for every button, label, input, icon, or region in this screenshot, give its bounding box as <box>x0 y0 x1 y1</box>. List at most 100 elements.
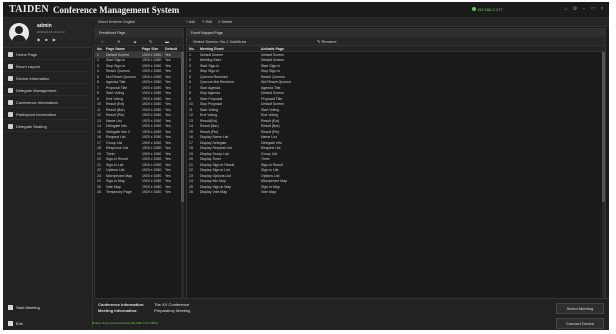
table-cell: 2 <box>97 58 99 62</box>
table-cell: 9 <box>97 96 99 101</box>
table-cell: 21 <box>189 162 193 167</box>
screen-select[interactable]: Select Screen: No.1 Hall/Area <box>193 39 246 44</box>
table-cell: Not Reach Quorum <box>106 74 137 79</box>
table-cell: Start Sign-in <box>200 63 220 68</box>
close-icon[interactable]: × <box>599 6 605 12</box>
sidebar-item-delegate-seating[interactable]: Delegate Seating <box>3 121 93 132</box>
table-cell: Quorum Reached <box>200 74 228 79</box>
table-cell: Response List <box>106 146 129 150</box>
column-header-page-name[interactable]: Page Name <box>106 47 125 51</box>
table-cell: 1920 x 1080 <box>142 146 162 150</box>
sidebar-item-delegate-management[interactable]: Delegate Management <box>3 85 93 96</box>
sidebar-item-participant-information[interactable]: Participant Information <box>3 109 93 120</box>
brand-logo: TAIDEN <box>9 4 49 15</box>
sidebar-item-device-information[interactable]: Device Information <box>3 73 93 84</box>
home-icon[interactable]: ⌂ <box>563 6 569 12</box>
sidebar-item-room-layout[interactable]: Room Layout <box>3 61 93 72</box>
table-cell: Microphone Map <box>261 179 288 183</box>
minimize-icon[interactable]: − <box>581 6 587 12</box>
table-cell: 1920 x 1080 <box>142 135 162 139</box>
scheme-select[interactable]: Select Scheme: English <box>98 20 135 24</box>
rename-button[interactable]: ✎ Rename <box>317 39 337 44</box>
start-meeting-button[interactable]: Start Meeting <box>3 301 93 313</box>
select-meeting-button[interactable]: Select Meeting <box>556 303 604 314</box>
table-cell: Yes <box>165 58 171 62</box>
table-cell: 21 <box>97 162 101 167</box>
table-cell: 1920 x 1080 <box>142 107 162 112</box>
table-cell: Yes <box>165 179 171 183</box>
table-cell: Yes <box>165 168 171 172</box>
connect-device-button[interactable]: Connect Device <box>556 318 604 329</box>
table-cell: 14 <box>97 124 101 128</box>
avatar[interactable] <box>9 23 29 43</box>
add-scheme-button[interactable]: + Add <box>186 20 195 24</box>
sidebar: admin 2019-02-18 11:22:33 ◆ ■ ▶ Home Pag… <box>3 18 93 330</box>
table-cell: Display Request List <box>200 146 232 150</box>
table-cell: Quorum Not Reached <box>200 80 235 84</box>
column-header-activate-page[interactable]: Activate Page <box>261 47 284 51</box>
table-cell: Start Voting <box>106 91 125 95</box>
table-cell: 18 <box>97 146 101 150</box>
delete-scheme-button[interactable]: ✕ Delete <box>218 20 232 24</box>
delete-page-icon[interactable]: ✕ <box>117 39 120 44</box>
table-cell: 18 <box>189 146 193 150</box>
table-cell: 16 <box>97 135 101 139</box>
table-cell: Yes <box>165 107 171 112</box>
table-cell: Sign-in Map <box>261 184 280 189</box>
bottom-bar: Conference Information: The XX Conferenc… <box>94 298 609 330</box>
table-cell: Sign-in Map <box>106 179 125 183</box>
column-header-no[interactable]: No. <box>189 47 195 51</box>
table-cell: Agenda Title <box>261 85 281 90</box>
table-cell: Default Screen <box>106 52 130 57</box>
table-cell: Display Mic Map <box>200 179 226 183</box>
column-header-page-size[interactable]: Page Size <box>142 47 158 51</box>
panel-title: Event Mapped Page <box>191 31 223 35</box>
settings-icon[interactable]: ⚙ <box>572 6 578 12</box>
table-cell: Start Sign-in <box>261 63 281 68</box>
edit-page-icon[interactable]: ✎ <box>149 39 152 44</box>
table-cell: 1920 x 1080 <box>142 184 162 189</box>
exit-button[interactable]: Exit <box>3 317 93 329</box>
left-scrollbar[interactable] <box>181 52 184 310</box>
app-window: TAIDEN Conference Management System 192.… <box>3 2 609 330</box>
table-cell: 23 <box>97 173 101 178</box>
table-cell: Result (Ext) <box>106 102 125 106</box>
right-scrollbar[interactable] <box>602 52 605 310</box>
table-cell: Default Screen <box>200 52 224 57</box>
sidebar-item-conference-information[interactable]: Conference Information <box>3 97 93 108</box>
column-header-default[interactable]: Default <box>165 47 177 51</box>
table-cell: 26 <box>189 190 193 194</box>
table-cell: Yes <box>165 190 171 194</box>
table-row[interactable]: 26 Temporary Page 1920 x 1080 Yes <box>95 190 183 196</box>
add-page-icon[interactable]: + <box>101 39 103 44</box>
table-cell: End Voting <box>106 96 123 101</box>
table-cell: 26 <box>97 190 101 194</box>
column-header-no[interactable]: No. <box>97 47 103 51</box>
seating-icon <box>8 124 13 129</box>
table-cell: Yes <box>165 124 171 128</box>
table-cell: 19 <box>189 151 193 156</box>
table-cell: Result (Bar) <box>261 124 280 128</box>
user-action-icons[interactable]: ◆ ■ ▶ <box>37 37 58 42</box>
table-cell: Yes <box>165 173 171 178</box>
table-cell: End Voting <box>261 113 278 117</box>
column-header-meeting-event[interactable]: Meeting Event <box>200 47 224 51</box>
table-cell: Agenda Title <box>106 80 126 84</box>
table-cell: Default Screen <box>261 91 285 95</box>
table-cell: Result (Ext) <box>261 118 280 123</box>
edit-scheme-button[interactable]: ✎ Edit <box>202 20 212 24</box>
upload-page-icon[interactable]: ▲ <box>133 39 137 44</box>
table-cell: 5 <box>189 74 191 79</box>
table-cell: 17 <box>97 140 101 145</box>
preview-page-icon[interactable]: ▬ <box>165 39 169 44</box>
table-cell: Options List <box>106 168 125 172</box>
table-cell: Yes <box>165 85 171 90</box>
sidebar-item-home-page[interactable]: Home Page <box>3 49 93 60</box>
table-cell: Start Proposal <box>200 96 223 101</box>
table-cell: Timer <box>106 151 115 156</box>
table-row[interactable]: 26 Display Vote Map Vote Map <box>187 190 605 196</box>
table-cell: Yes <box>165 140 171 145</box>
table-cell: Timer <box>261 157 270 161</box>
maximize-icon[interactable]: □ <box>590 6 596 12</box>
table-cell: Yes <box>165 74 171 79</box>
